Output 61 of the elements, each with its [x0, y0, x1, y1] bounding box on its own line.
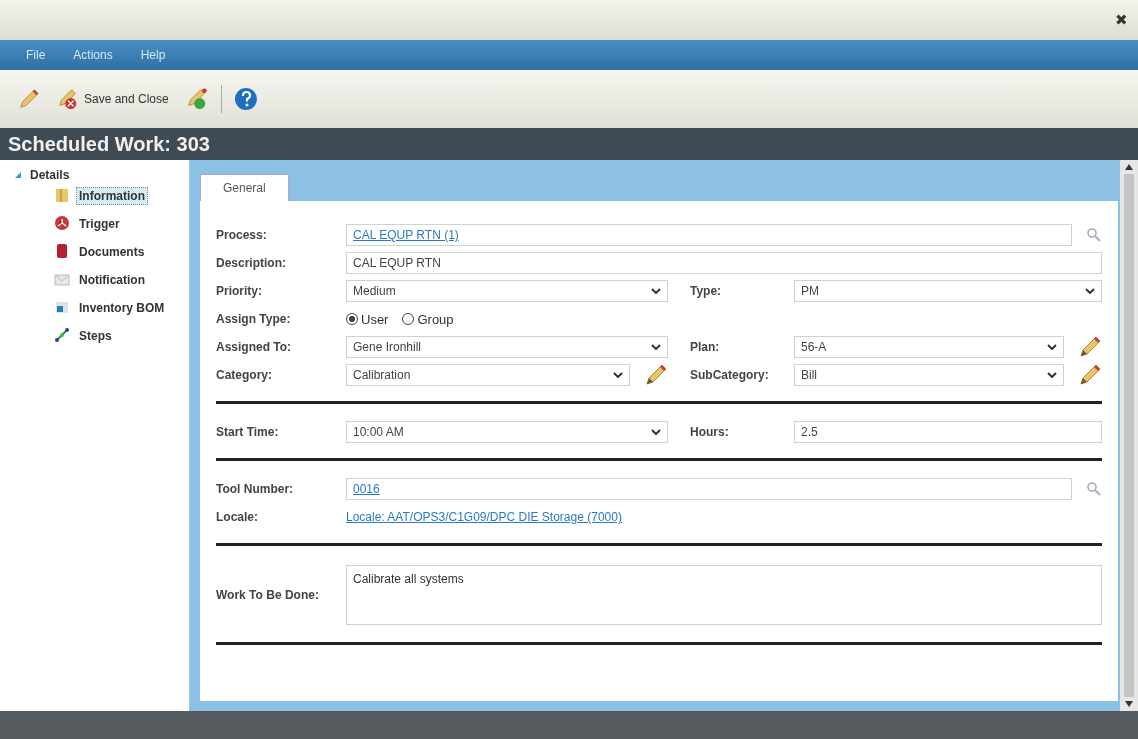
tree-item[interactable]: Notification	[76, 271, 148, 289]
chevron-down-icon	[613, 372, 623, 378]
scroll-up-icon[interactable]	[1125, 164, 1133, 170]
tree-item[interactable]: Steps	[76, 327, 115, 345]
menu-item[interactable]: Help	[140, 48, 166, 62]
tree-item[interactable]: Information	[76, 187, 148, 205]
field-label: Assign Type:	[216, 312, 292, 326]
field-label: Assigned To:	[216, 340, 293, 354]
field-label: Hours:	[689, 425, 730, 439]
radio-option[interactable]: Group	[402, 311, 454, 327]
dropdown[interactable]: 10:00 AM	[346, 421, 668, 443]
chevron-down-icon	[1085, 288, 1095, 294]
text-field[interactable]: 2.5	[794, 421, 1102, 443]
field-label: Priority:	[216, 284, 263, 298]
field-label: Work To Be Done:	[216, 588, 320, 602]
dropdown[interactable]: Medium	[346, 280, 668, 302]
dropdown[interactable]: 56-A	[794, 336, 1064, 358]
pencil-icon	[18, 88, 40, 110]
scroll-down-icon[interactable]	[1125, 701, 1133, 707]
field-label: Plan:	[689, 340, 721, 354]
pencil-icon[interactable]	[1078, 363, 1102, 387]
menu-item[interactable]: Actions	[73, 48, 113, 62]
lookup-field[interactable]: CAL EQUP RTN (1)	[346, 224, 1072, 246]
text-area[interactable]: Calibrate all systems	[346, 565, 1102, 625]
chevron-down-icon	[1047, 344, 1057, 350]
pencil-icon[interactable]	[644, 363, 668, 387]
close-button[interactable]: ✖	[1115, 11, 1128, 29]
chevron-down-icon	[651, 429, 661, 435]
chevron-down-icon	[1047, 372, 1057, 378]
tab[interactable]: General	[200, 174, 289, 201]
field-label: Start Time:	[216, 425, 280, 439]
radio-option[interactable]: User	[346, 311, 389, 327]
chevron-down-icon	[651, 344, 661, 350]
text-field[interactable]: CAL EQUP RTN	[346, 252, 1102, 274]
dropdown[interactable]: PM	[794, 280, 1102, 302]
save-and-close-button[interactable]: Save and Close	[52, 86, 173, 112]
tree-node[interactable]: Details	[14, 168, 189, 182]
dropdown[interactable]: Bill	[794, 364, 1064, 386]
locale-link[interactable]: Locale: AAT/OPS3/C1G09/DPC DIE Storage (7000)	[346, 510, 622, 524]
help-icon	[233, 87, 258, 111]
field-label: Type:	[689, 284, 723, 298]
document-icon	[54, 242, 70, 259]
tree-item[interactable]: Inventory BOM	[76, 299, 168, 317]
dropdown[interactable]: Gene Ironhill	[346, 336, 668, 358]
dropdown[interactable]: Calibration	[346, 364, 630, 386]
steps-icon	[54, 326, 70, 343]
book-icon	[54, 186, 70, 203]
pencil-icon[interactable]	[1078, 335, 1102, 359]
trigger-icon	[54, 214, 70, 231]
page-title: Scheduled Work: 303	[8, 132, 210, 156]
scrollbar[interactable]	[1120, 160, 1138, 711]
field-label: Description:	[216, 256, 287, 270]
tree-item[interactable]: Documents	[76, 243, 148, 261]
lookup-field[interactable]: 0016	[346, 478, 1072, 500]
field-label: Tool Number:	[216, 482, 295, 496]
field-label: SubCategory:	[689, 368, 770, 382]
tree-item[interactable]: Trigger	[76, 215, 123, 233]
chevron-down-icon	[651, 288, 661, 294]
field-label: Category:	[216, 368, 273, 382]
field-label: Locale:	[216, 510, 259, 524]
field-label: Process:	[216, 228, 268, 242]
